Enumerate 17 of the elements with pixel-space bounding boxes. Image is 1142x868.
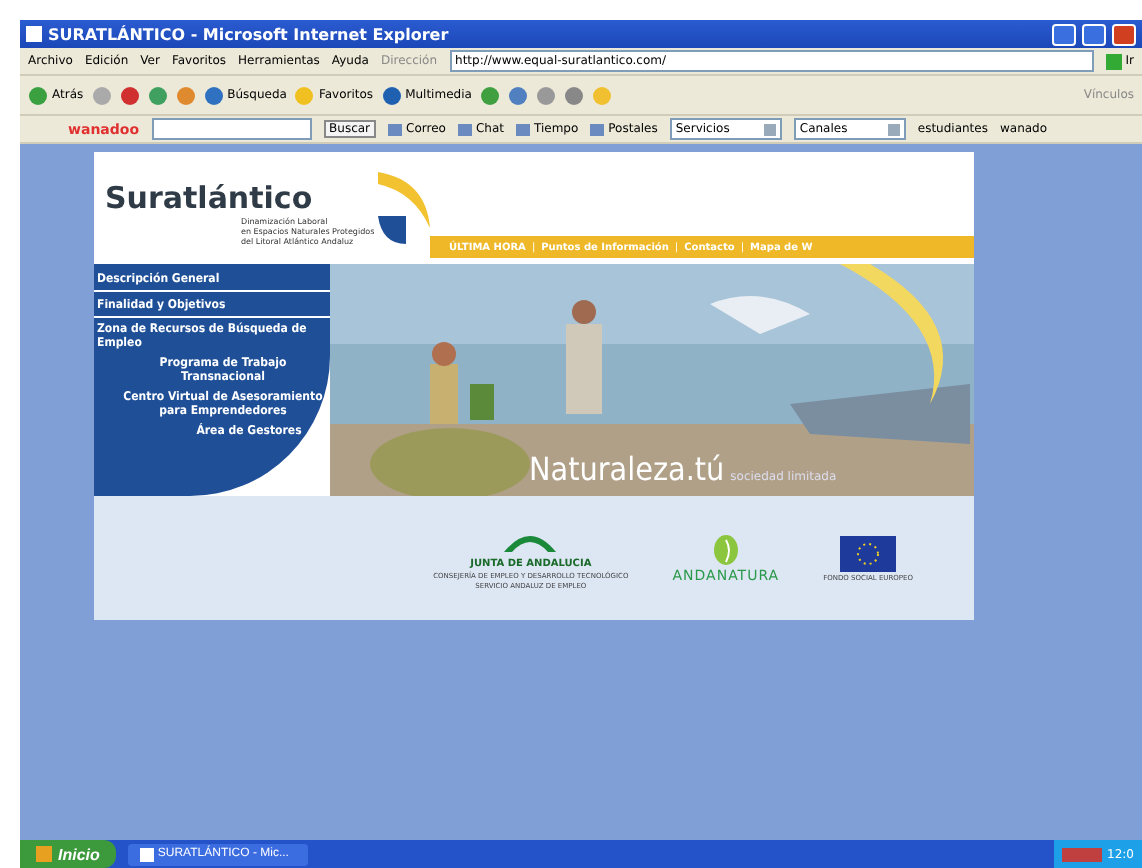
minimize-button[interactable] bbox=[1052, 23, 1076, 45]
search-field[interactable] bbox=[151, 118, 312, 140]
start-button[interactable]: Inicio bbox=[20, 840, 116, 868]
leaf-logo-icon bbox=[711, 533, 740, 565]
maximize-button[interactable] bbox=[1082, 23, 1106, 45]
close-button[interactable] bbox=[1112, 23, 1136, 45]
eu-flag-icon bbox=[840, 535, 897, 571]
toolbar-link-icon bbox=[388, 123, 403, 135]
window-title: SURATLÁNTICO - Microsoft Internet Explorer bbox=[48, 25, 451, 43]
site-logo: Suratlántico bbox=[105, 180, 315, 216]
slogan: Naturaleza.tú bbox=[529, 450, 725, 488]
page-icon bbox=[139, 847, 154, 861]
toolbar-link-icon bbox=[457, 123, 472, 135]
tray-icon bbox=[1061, 847, 1102, 861]
toolbar-link-icon bbox=[590, 123, 605, 135]
swoosh-icon bbox=[374, 168, 435, 248]
toolbar-link-icon bbox=[515, 123, 530, 135]
